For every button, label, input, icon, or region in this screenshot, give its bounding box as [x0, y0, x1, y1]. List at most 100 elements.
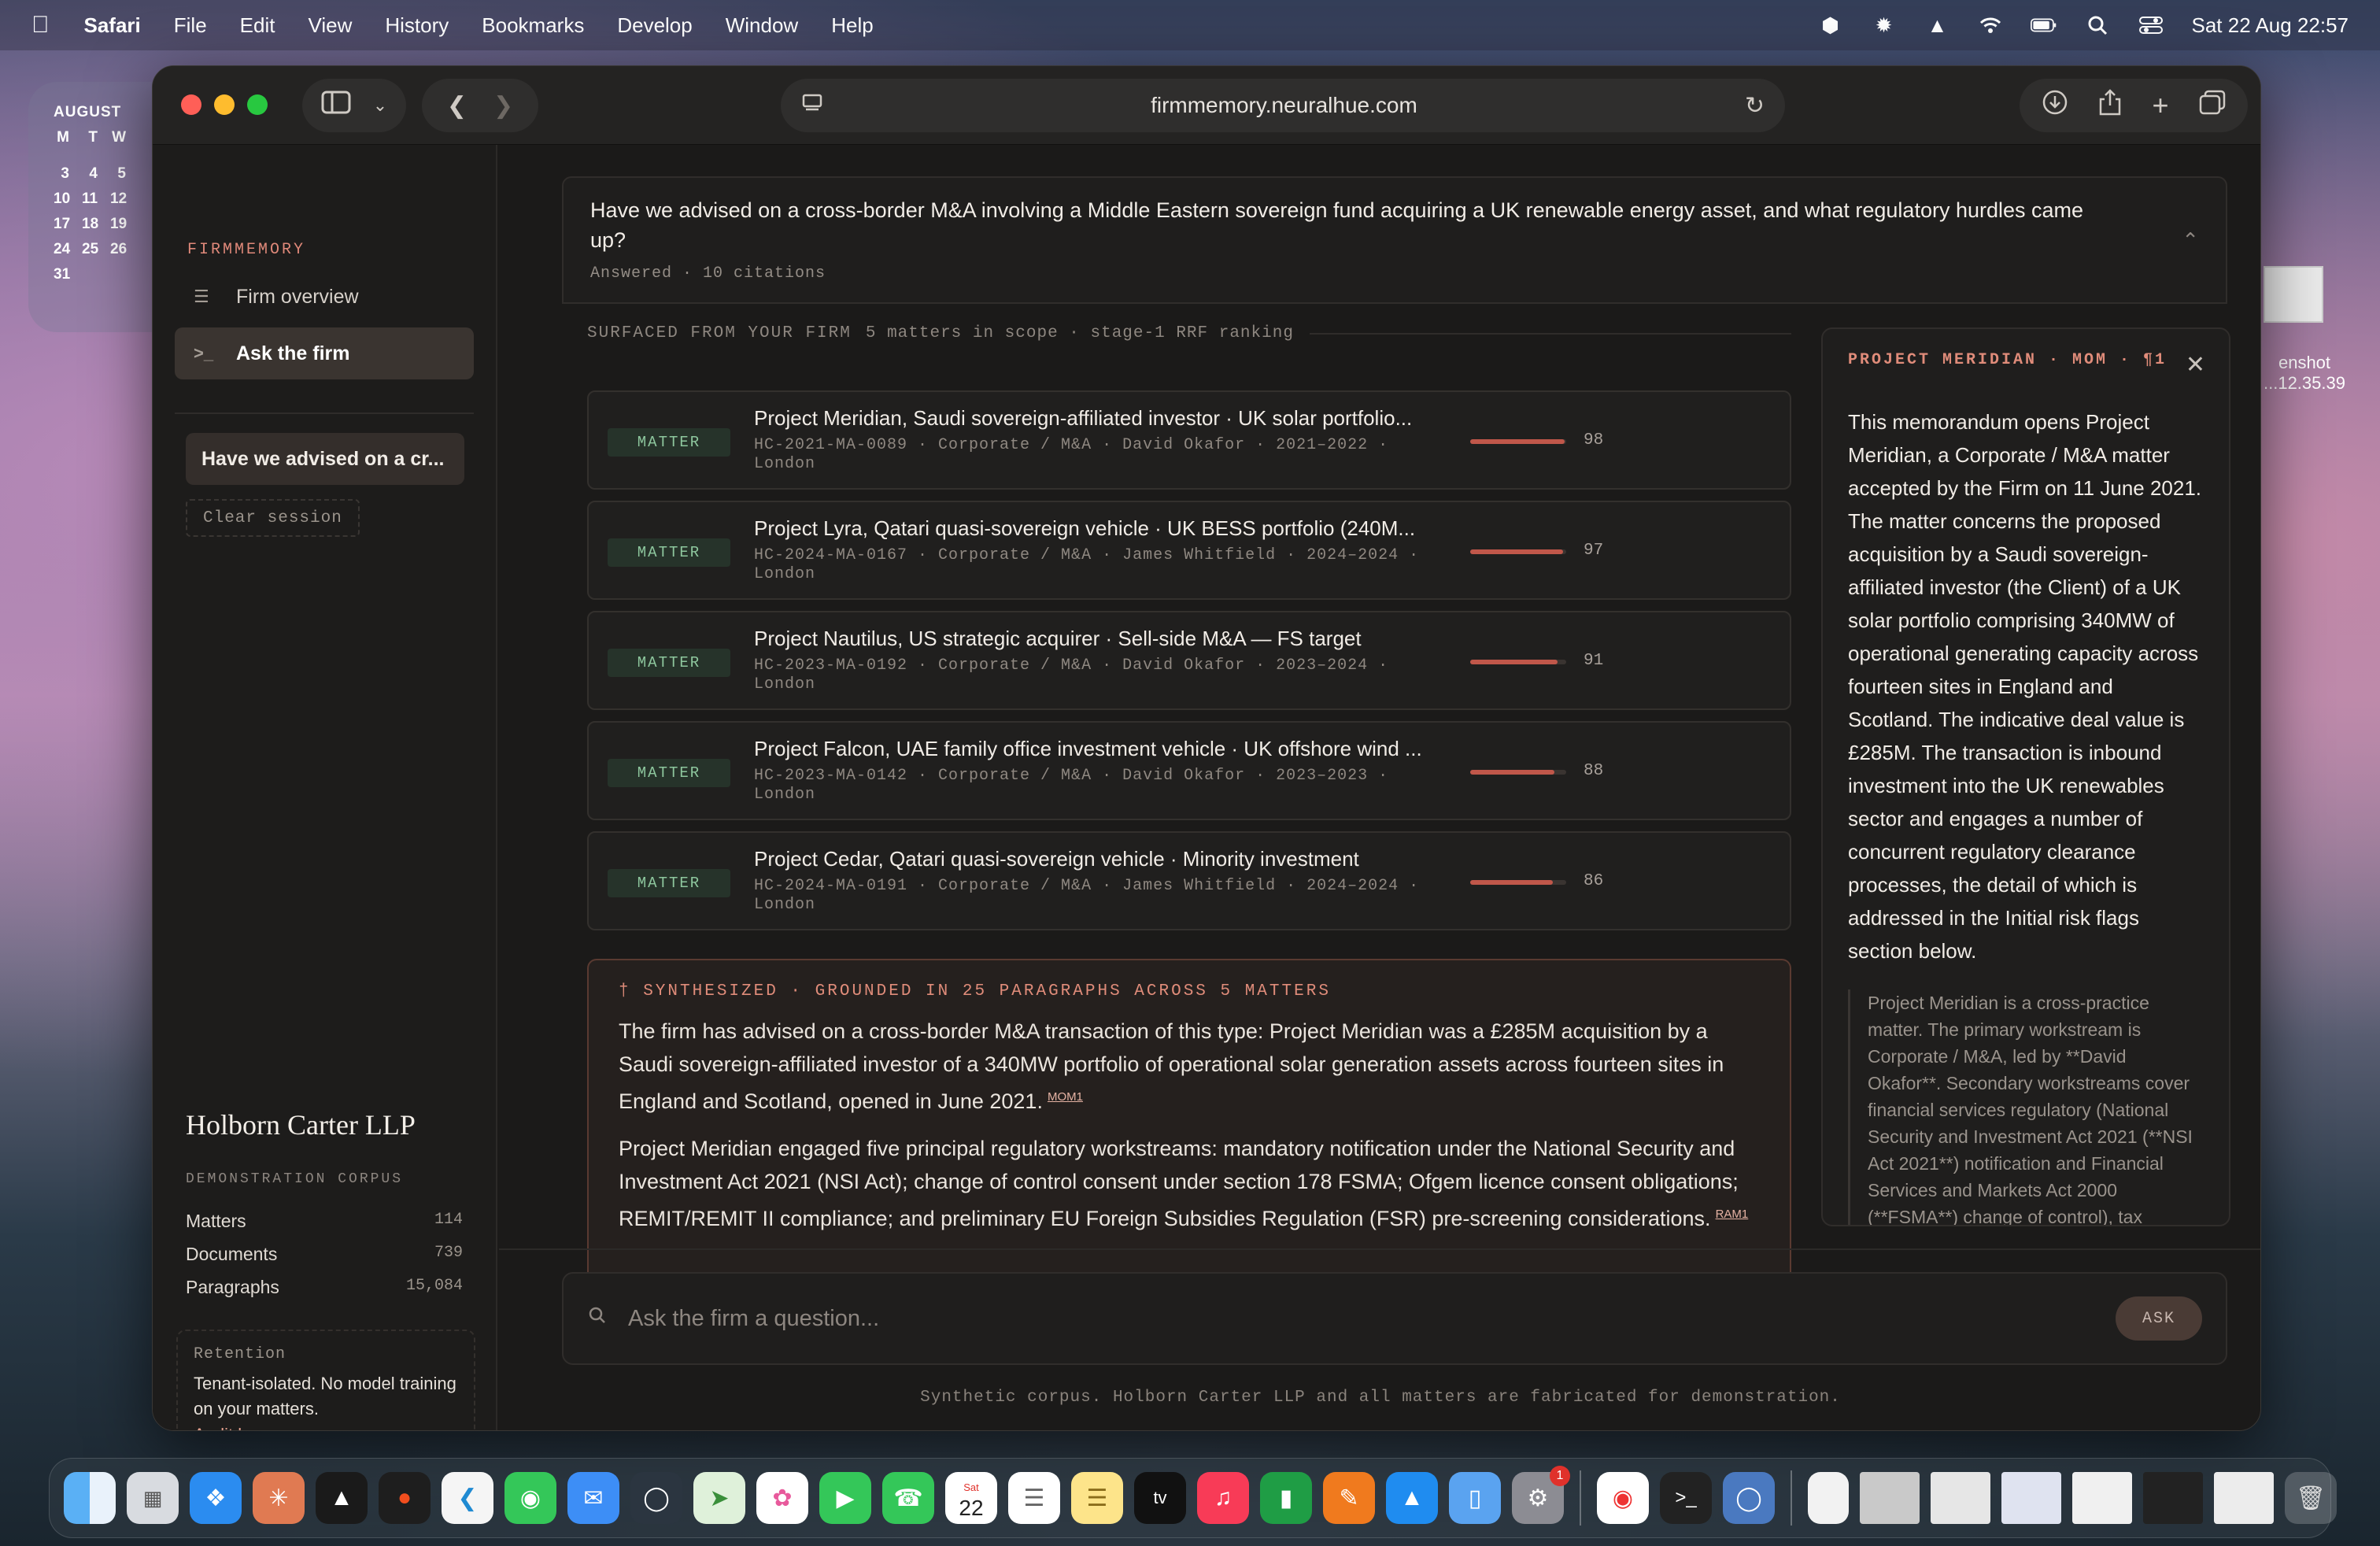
window-thumbnail[interactable]: [2001, 1472, 2061, 1524]
forward-icon[interactable]: ❯: [493, 92, 513, 120]
settings-icon[interactable]: ⚙ 1: [1512, 1466, 1570, 1524]
cube-icon[interactable]: ⬢: [1816, 13, 1843, 37]
clock[interactable]: Sat 22 Aug 22:57: [2191, 13, 2349, 38]
window-thumbnail[interactable]: [2072, 1472, 2132, 1524]
facetime-icon[interactable]: ▶: [819, 1472, 871, 1524]
matter-title: Project Meridian, Saudi sovereign-affili…: [754, 406, 1413, 430]
search-icon[interactable]: [2084, 13, 2111, 37]
matter-row[interactable]: MATTER Project Meridian, Saudi sovereign…: [587, 390, 1791, 490]
desktop-file-thumbnail[interactable]: [2264, 266, 2323, 323]
matter-row[interactable]: MATTER Project Falcon, UAE family office…: [587, 721, 1791, 820]
safari-icon[interactable]: ❖: [190, 1472, 242, 1524]
window-thumbnail[interactable]: [2143, 1472, 2203, 1524]
nav-ask-the-firm[interactable]: >_ Ask the firm: [175, 327, 474, 379]
back-icon[interactable]: ❮: [447, 92, 467, 120]
zoom-window-button[interactable]: [247, 94, 268, 115]
appletv-icon[interactable]: tv: [1134, 1472, 1186, 1524]
sidebar-icon[interactable]: [321, 91, 351, 120]
close-window-button[interactable]: [181, 94, 201, 115]
question-card[interactable]: Have we advised on a cross-border M&A in…: [562, 176, 2227, 304]
app-icon[interactable]: ◯: [630, 1472, 682, 1524]
pages-icon[interactable]: ✎: [1323, 1472, 1375, 1524]
menu-develop[interactable]: Develop: [617, 13, 692, 38]
calendar-day: 18: [82, 216, 99, 232]
ask-input[interactable]: Ask the firm a question...: [628, 1306, 2116, 1332]
matter-subtitle: HC-2024-MA-0191 · Corporate / M&A · Jame…: [754, 877, 1420, 914]
menu-app-name[interactable]: Safari: [84, 13, 141, 38]
menu-history[interactable]: History: [385, 13, 449, 38]
audit-log-link[interactable]: Audit log →: [194, 1425, 458, 1430]
trash-icon[interactable]: 🗑: [2285, 1472, 2337, 1524]
score-bar-fill: [1470, 439, 1565, 444]
phone-icon[interactable]: ☎: [882, 1472, 934, 1524]
figma-icon[interactable]: ●: [379, 1472, 431, 1524]
share-icon[interactable]: [2098, 88, 2122, 123]
window-thumbnail[interactable]: [1931, 1472, 1990, 1524]
files-icon[interactable]: ▯: [1449, 1472, 1501, 1524]
tab-overview-icon[interactable]: [2199, 90, 2226, 121]
menu-help[interactable]: Help: [831, 13, 873, 38]
maps-icon[interactable]: ➤: [693, 1472, 745, 1524]
music-icon[interactable]: ♫: [1197, 1472, 1249, 1524]
disk-icon[interactable]: ◯: [1723, 1472, 1775, 1524]
numbers-icon[interactable]: ▮: [1260, 1472, 1312, 1524]
battery-icon[interactable]: [2031, 13, 2057, 37]
chevron-down-icon[interactable]: ⌄: [373, 95, 387, 116]
download-icon[interactable]: [2042, 89, 2068, 122]
new-tab-icon[interactable]: +: [2152, 89, 2168, 122]
clear-session-button[interactable]: Clear session: [186, 499, 360, 537]
minimize-window-button[interactable]: [214, 94, 235, 115]
menu-window[interactable]: Window: [726, 13, 798, 38]
text-a-icon[interactable]: ▲: [1924, 13, 1950, 37]
citation-link[interactable]: RAM1: [1716, 1208, 1749, 1221]
messages-icon[interactable]: ◉: [504, 1472, 556, 1524]
address-bar[interactable]: firmmemory.neuralhue.com ↻: [781, 79, 1785, 132]
window-controls: [181, 94, 268, 115]
score-bar: [1470, 549, 1566, 554]
matter-score: 98: [1584, 431, 1604, 449]
url-text[interactable]: firmmemory.neuralhue.com: [823, 93, 1745, 118]
session-item[interactable]: Have we advised on a cr...: [186, 433, 464, 485]
document-icon[interactable]: [1808, 1472, 1849, 1524]
terminal-icon[interactable]: >_: [1660, 1472, 1712, 1524]
appstore-icon[interactable]: ▲: [1386, 1472, 1438, 1524]
sparkle-icon[interactable]: ✹: [1870, 13, 1897, 37]
menu-bookmarks[interactable]: Bookmarks: [482, 13, 584, 38]
window-thumbnail[interactable]: [1860, 1472, 1920, 1524]
finder-icon[interactable]: [64, 1472, 116, 1524]
page-menu-icon[interactable]: [801, 93, 823, 119]
ask-input-bar[interactable]: Ask the firm a question... ASK: [562, 1272, 2227, 1365]
chrome-icon[interactable]: ◉: [1597, 1472, 1649, 1524]
citation-link[interactable]: MOM1: [1048, 1090, 1083, 1104]
chevron-up-icon[interactable]: ⌃: [2182, 228, 2199, 253]
launchpad-icon[interactable]: ▦: [127, 1472, 179, 1524]
calendar-icon[interactable]: Sat 22: [945, 1472, 997, 1524]
apple-icon[interactable]: : [31, 12, 50, 39]
desktop-file[interactable]: enshot ...12.35.39: [2257, 353, 2352, 394]
ask-button[interactable]: ASK: [2116, 1296, 2202, 1341]
notes-icon[interactable]: ☰: [1071, 1472, 1123, 1524]
cursor-icon[interactable]: ▲: [316, 1472, 368, 1524]
matter-row[interactable]: MATTER Project Lyra, Qatari quasi-sovere…: [587, 501, 1791, 600]
wifi-icon[interactable]: [1977, 13, 2004, 37]
menu-view[interactable]: View: [308, 13, 352, 38]
citation-quote: Project Meridian is a cross-practice mat…: [1848, 989, 2204, 1225]
reminders-icon[interactable]: ☰: [1008, 1472, 1060, 1524]
matter-title: Project Nautilus, US strategic acquirer …: [754, 627, 1362, 650]
control-center-icon[interactable]: [2138, 13, 2164, 37]
score-bar: [1470, 439, 1566, 444]
mail-icon[interactable]: ✉: [567, 1472, 619, 1524]
menu-file[interactable]: File: [174, 13, 207, 38]
vscode-icon[interactable]: ❮: [442, 1472, 493, 1524]
reload-icon[interactable]: ↻: [1745, 92, 1765, 120]
window-thumbnail[interactable]: [2214, 1472, 2274, 1524]
photos-icon[interactable]: ✿: [756, 1472, 808, 1524]
claude-icon[interactable]: ✳: [253, 1472, 305, 1524]
matter-row[interactable]: MATTER Project Nautilus, US strategic ac…: [587, 611, 1791, 710]
matter-row[interactable]: MATTER Project Cedar, Qatari quasi-sover…: [587, 831, 1791, 930]
nav-firm-overview[interactable]: ☰ Firm overview: [175, 271, 474, 323]
menu-edit[interactable]: Edit: [240, 13, 275, 38]
sidebar-toggle-group[interactable]: ⌄: [302, 79, 406, 132]
close-icon[interactable]: ✕: [2186, 351, 2205, 379]
matter-badge: MATTER: [608, 759, 730, 787]
